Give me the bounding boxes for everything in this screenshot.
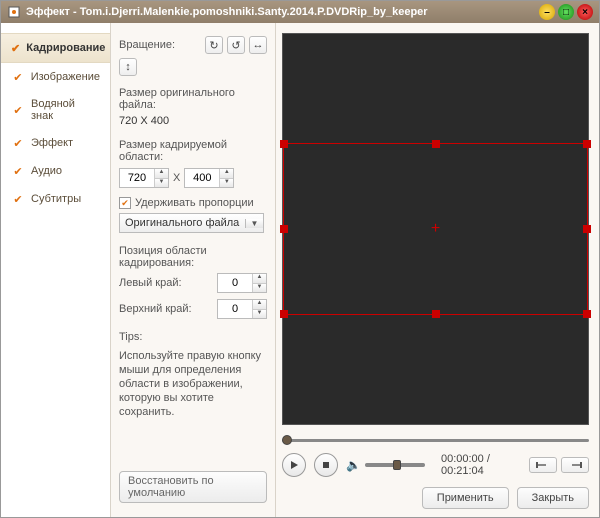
tips-heading: Tips: [119, 331, 267, 343]
orig-size-label: Размер оригинального файла: [119, 87, 267, 111]
preview-panel: + 🔈 00:00:00 / 00:21:04 [276, 23, 599, 517]
close-dialog-button[interactable]: Закрыть [517, 487, 589, 509]
orig-size-value: 720 X 400 [119, 115, 267, 127]
top-stepper[interactable]: ▲▼ [217, 299, 267, 319]
keep-ratio-checkbox[interactable]: ✔ Удерживать пропорции [119, 197, 267, 209]
combo-value: Оригинального файла [120, 217, 245, 229]
app-icon [7, 5, 21, 19]
crop-handle-rc[interactable] [583, 225, 591, 233]
top-input[interactable] [218, 303, 252, 315]
flip-horizontal-button[interactable]: ↔ [249, 36, 267, 54]
volume-slider[interactable] [365, 463, 425, 467]
check-icon: ✔ [11, 164, 25, 178]
rotation-label: Вращение: [119, 39, 175, 51]
apply-button[interactable]: Применить [422, 487, 509, 509]
volume-control: 🔈 [346, 458, 425, 472]
left-up[interactable]: ▲ [253, 274, 266, 283]
width-input[interactable] [120, 172, 154, 184]
height-input[interactable] [185, 172, 219, 184]
keep-ratio-label: Удерживать пропорции [135, 197, 254, 209]
settings-panel: Вращение: ↻ ↺ ↔ ↕ Размер оригинального ф… [111, 23, 276, 517]
close-button[interactable]: × [577, 4, 593, 20]
width-stepper[interactable]: ▲▼ [119, 168, 169, 188]
sidebar-item-label: Эффект [31, 137, 73, 149]
effect-window: Эффект - Tom.i.Djerri.Malenkie.pomoshnik… [0, 0, 600, 518]
crop-handle-tl[interactable] [280, 140, 288, 148]
left-stepper[interactable]: ▲▼ [217, 273, 267, 293]
rotate-ccw-button[interactable]: ↺ [227, 36, 245, 54]
mark-out-button[interactable] [561, 457, 589, 473]
seek-bar[interactable] [282, 435, 589, 445]
mark-in-button[interactable] [529, 457, 557, 473]
crop-handle-bc[interactable] [432, 310, 440, 318]
crop-handle-bl[interactable] [280, 310, 288, 318]
check-icon: ✔ [11, 70, 25, 84]
tips-body: Используйте правую кнопку мыши для опред… [119, 349, 267, 419]
crop-handle-br[interactable] [583, 310, 591, 318]
top-down[interactable]: ▼ [253, 309, 266, 318]
crop-handle-tr[interactable] [583, 140, 591, 148]
window-buttons: – □ × [539, 4, 593, 20]
position-label: Позиция области кадрирования: [119, 245, 267, 269]
maximize-button[interactable]: □ [558, 4, 574, 20]
width-down[interactable]: ▼ [155, 178, 168, 187]
top-label: Верхний край: [119, 303, 192, 315]
seek-thumb[interactable] [282, 435, 292, 445]
sidebar-item-crop[interactable]: ✔ Кадрирование [1, 33, 110, 63]
left-down[interactable]: ▼ [253, 283, 266, 292]
ratio-combo[interactable]: Оригинального файла ▼ [119, 213, 264, 233]
top-up[interactable]: ▲ [253, 300, 266, 309]
sidebar-item-label: Субтитры [31, 193, 81, 205]
check-icon: ✔ [11, 192, 25, 206]
titlebar[interactable]: Эффект - Tom.i.Djerri.Malenkie.pomoshnik… [1, 1, 599, 23]
check-icon: ✔ [11, 103, 25, 117]
video-preview[interactable]: + [282, 33, 589, 425]
sidebar-item-effect[interactable]: ✔ Эффект [1, 129, 110, 157]
height-down[interactable]: ▼ [220, 178, 233, 187]
stop-button[interactable] [314, 453, 338, 477]
chevron-down-icon[interactable]: ▼ [245, 219, 263, 228]
x-separator: X [173, 172, 180, 184]
player-controls: 🔈 00:00:00 / 00:21:04 [276, 447, 599, 481]
height-stepper[interactable]: ▲▼ [184, 168, 234, 188]
time-display: 00:00:00 / 00:21:04 [441, 453, 521, 477]
volume-knob[interactable] [393, 460, 401, 470]
body: ✔ Кадрирование ✔ Изображение ✔ Водяной з… [1, 23, 599, 517]
crop-rectangle[interactable]: + [283, 143, 588, 315]
sidebar-item-subtitles[interactable]: ✔ Субтитры [1, 185, 110, 213]
sidebar-item-label: Кадрирование [26, 42, 105, 54]
sidebar-item-audio[interactable]: ✔ Аудио [1, 157, 110, 185]
width-up[interactable]: ▲ [155, 169, 168, 178]
sidebar-item-label: Изображение [31, 71, 100, 83]
sidebar: ✔ Кадрирование ✔ Изображение ✔ Водяной з… [1, 23, 111, 517]
checkbox-icon: ✔ [119, 197, 131, 209]
check-icon: ✔ [11, 41, 20, 55]
sidebar-item-label: Водяной знак [31, 98, 100, 122]
seek-track [282, 439, 589, 442]
crop-center-cross-icon: + [431, 220, 440, 238]
restore-defaults-button[interactable]: Восстановить по умолчанию [119, 471, 267, 503]
sidebar-item-image[interactable]: ✔ Изображение [1, 63, 110, 91]
sidebar-item-label: Аудио [31, 165, 62, 177]
minimize-button[interactable]: – [539, 4, 555, 20]
crop-handle-tc[interactable] [432, 140, 440, 148]
flip-vertical-button[interactable]: ↕ [119, 58, 137, 76]
play-button[interactable] [282, 453, 306, 477]
window-title: Эффект - Tom.i.Djerri.Malenkie.pomoshnik… [26, 6, 539, 18]
check-icon: ✔ [11, 136, 25, 150]
rotate-cw-button[interactable]: ↻ [205, 36, 223, 54]
left-label: Левый край: [119, 277, 182, 289]
crop-size-label: Размер кадрируемой области: [119, 139, 267, 163]
crop-handle-lc[interactable] [280, 225, 288, 233]
height-up[interactable]: ▲ [220, 169, 233, 178]
left-input[interactable] [218, 277, 252, 289]
sidebar-item-watermark[interactable]: ✔ Водяной знак [1, 91, 110, 129]
speaker-icon[interactable]: 🔈 [346, 458, 361, 472]
footer-buttons: Применить Закрыть [276, 481, 599, 517]
